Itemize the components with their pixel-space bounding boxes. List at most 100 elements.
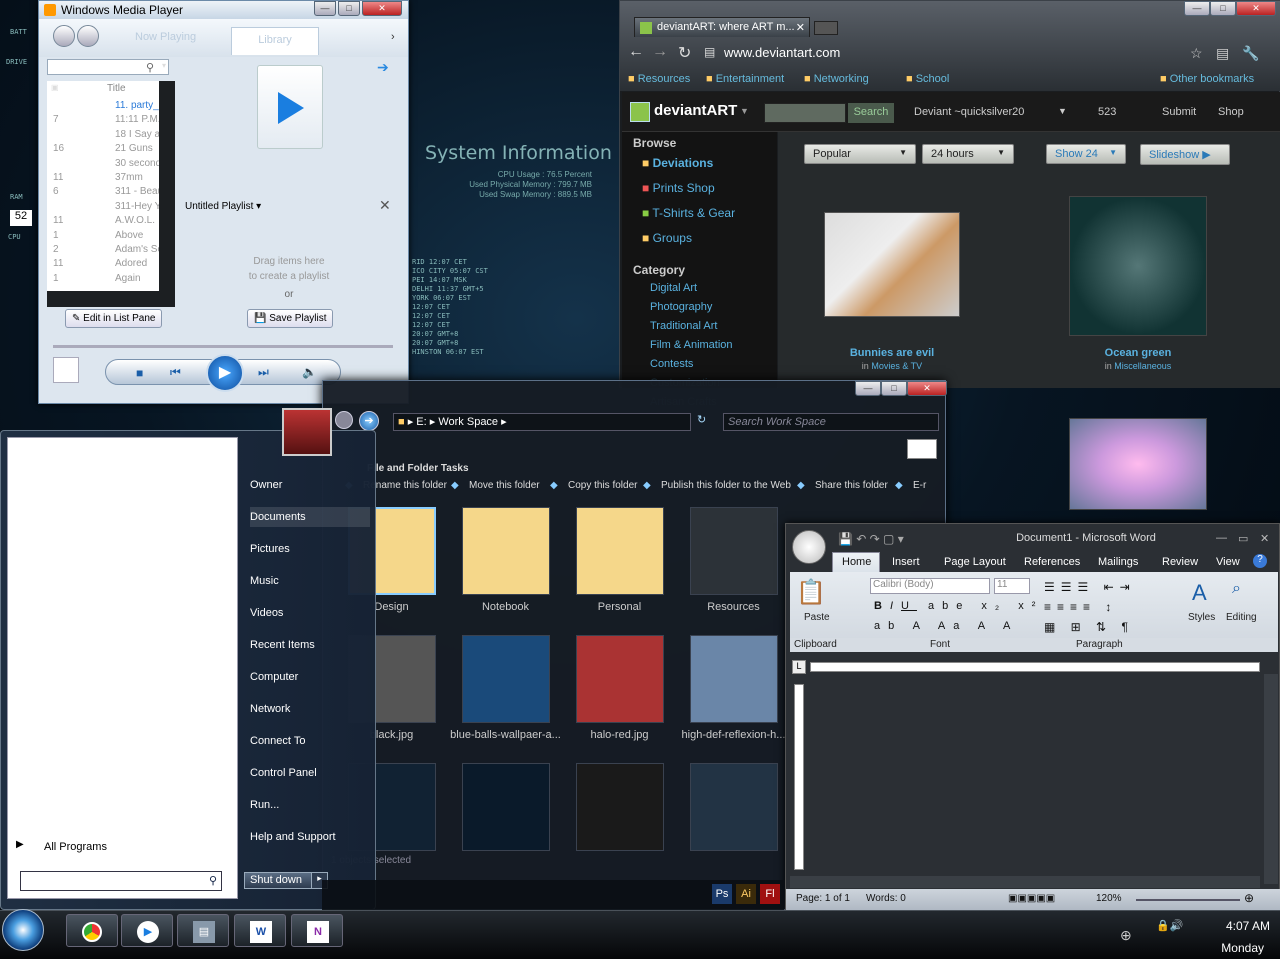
paragraph-buttons[interactable]: ▦ ⊞ ⇅ ¶ [1044,620,1134,634]
file-label[interactable]: Personal [562,601,677,613]
horizontal-ruler[interactable] [810,662,1260,672]
image-tile[interactable] [576,635,664,723]
bookmark-item[interactable]: ■ Entertainment [706,73,784,85]
search-button[interactable]: Search [848,103,894,123]
start-menu-item[interactable]: Videos [250,607,370,619]
explorer-maximize-button[interactable]: □ [881,381,907,396]
track-row[interactable]: 11. party_c [47,99,159,113]
track-row[interactable]: 7 11:11 P.M. [47,113,159,127]
reload-icon[interactable]: ↻ [678,43,691,63]
forward-icon[interactable]: → [652,43,668,61]
zoom-in-icon[interactable]: ⊕ [1244,891,1254,905]
start-search-input[interactable]: ⚲ [20,871,222,891]
back-icon[interactable]: ← [628,43,644,61]
shutdown-button[interactable]: Shut down [244,872,314,889]
styles-icon[interactable]: A [1192,580,1207,606]
browser-tab[interactable]: deviantART: where ART m... ✕ [634,17,810,37]
track-row[interactable]: 1 Again [47,272,159,286]
track-row[interactable]: 16 21 Guns [47,142,159,156]
browse-item[interactable]: ■ Prints Shop [642,181,772,206]
column-title[interactable]: Title [107,83,126,94]
show-select[interactable]: Show 24 ▼ [1046,144,1126,164]
user-picture[interactable] [282,408,332,456]
shop-menu[interactable]: Shop [1218,106,1244,118]
slideshow-button[interactable]: Slideshow ▶ [1140,144,1230,165]
document-area[interactable] [812,684,1260,874]
format-buttons[interactable]: BIU abe x₂ x² [874,600,1043,612]
start-menu-item[interactable]: Music [250,575,370,587]
category-link[interactable]: Film & Animation [650,339,770,358]
browse-item[interactable]: ■ T-Shirts & Gear [642,206,772,231]
taskbar-wmp[interactable]: ▶ [121,914,173,947]
thumb-category-link[interactable]: Miscellaneous [1114,361,1171,371]
vertical-scrollbar[interactable] [1264,674,1278,884]
explorer-minimize-button[interactable]: — [855,381,881,396]
track-row[interactable]: 2 Adam's Son [47,243,159,257]
track-row[interactable]: 11 Adored [47,257,159,271]
start-menu-item[interactable]: Network [250,703,370,715]
seek-bar[interactable] [53,345,393,348]
maximize-button[interactable]: □ [338,1,360,16]
words-status[interactable]: Words: 0 [866,893,906,904]
edit-in-list-pane-button[interactable]: ✎ Edit in List Pane [65,309,163,328]
now-playing-thumb[interactable] [53,357,79,383]
image-tile[interactable] [576,763,664,851]
browse-item[interactable]: ■ Deviations [642,156,772,181]
ribbon-tab[interactable]: References [1024,556,1080,568]
start-menu-item[interactable]: Run... [250,799,370,811]
task-link[interactable]: E-r [913,480,926,491]
ribbon-tab[interactable]: Home [842,556,871,568]
track-row[interactable]: 1 Above [47,229,159,243]
font-color-buttons[interactable]: ab A Aa A A [874,620,1018,632]
flash-icon[interactable]: Fl [760,884,780,904]
image-tile[interactable] [462,635,550,723]
ribbon-tab[interactable]: Review [1162,556,1198,568]
volume-icon[interactable]: 🔈 [302,365,317,379]
wmp-titlebar[interactable]: Windows Media Player — □ ✕ [39,1,408,19]
bookmark-item[interactable]: ■ Networking [804,73,869,85]
save-playlist-button[interactable]: 💾 Save Playlist [247,309,334,328]
tab-stop-selector[interactable]: L [792,660,806,674]
play-button[interactable]: ▶ [206,354,244,392]
track-row[interactable]: 6 311 - Beaut [47,185,159,199]
page-menu-icon[interactable]: ▤ [1216,45,1229,62]
forward-icon[interactable] [77,25,99,47]
clear-list-icon[interactable]: ✕ [379,197,391,214]
start-button[interactable] [2,909,44,951]
browse-item[interactable]: ■ Groups [642,231,772,256]
close-button[interactable]: ✕ [362,1,402,16]
file-label[interactable]: high-def-reflexion-h... [676,729,791,741]
refresh-icon[interactable]: ↻ [697,413,715,431]
ribbon-tab[interactable]: Mailings [1098,556,1138,568]
styles-label[interactable]: Styles [1188,612,1215,623]
zoom-level[interactable]: 120% [1096,893,1122,904]
editing-label[interactable]: Editing [1226,612,1257,623]
time-select[interactable]: 24 hours ▼ [922,144,1014,164]
next-button[interactable]: ⏭ [258,365,269,380]
back-icon[interactable] [335,411,353,429]
bookmark-item[interactable]: ■ School [906,73,949,85]
message-count[interactable]: 523 [1098,106,1116,118]
taskbar-word[interactable]: W [234,914,286,947]
deviantart-logo[interactable]: deviantART [654,102,737,119]
track-row[interactable]: 11 A.W.O.L. [47,214,159,228]
font-size-select[interactable]: 11 [994,578,1030,594]
thumb-cherry-blossom[interactable] [1069,418,1207,510]
start-menu-item[interactable]: Recent Items [250,639,370,651]
ribbon-tab[interactable]: Insert [892,556,920,568]
folder-tile[interactable] [462,507,550,595]
other-bookmarks[interactable]: ■ Other bookmarks [1160,73,1254,85]
start-menu-item[interactable]: Owner [250,479,370,491]
track-row[interactable]: 30 seconds [47,157,159,171]
start-menu-item[interactable]: Computer [250,671,370,683]
address-bar[interactable]: www.deviantart.com [724,45,1194,65]
ribbon-tab[interactable]: View [1216,556,1240,568]
task-link[interactable]: Publish this folder to the Web [661,480,791,491]
collapse-icon[interactable]: ▣ [51,83,59,92]
list-buttons[interactable]: ☰☰☰ ⇤⇥ [1044,580,1136,594]
category-link[interactable]: Traditional Art [650,320,770,339]
star-icon[interactable]: ☆ [1190,45,1203,62]
tray-icons[interactable]: 🔒🔊 [1156,919,1183,932]
task-link[interactable]: Copy this folder [568,480,637,491]
arrow-right-icon[interactable]: ➔ [377,59,389,76]
